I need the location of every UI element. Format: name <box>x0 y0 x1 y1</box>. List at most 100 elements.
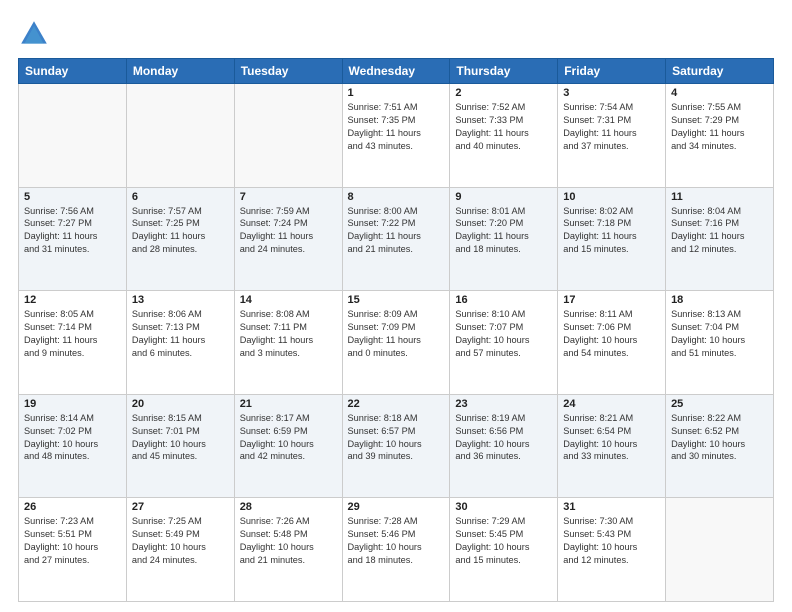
day-number: 28 <box>240 501 337 513</box>
table-row: 2Sunrise: 7:52 AM Sunset: 7:33 PM Daylig… <box>450 84 558 188</box>
table-row <box>234 84 342 188</box>
day-info: Sunrise: 8:04 AM Sunset: 7:16 PM Dayligh… <box>671 205 768 257</box>
day-number: 15 <box>348 294 445 306</box>
day-number: 26 <box>24 501 121 513</box>
table-row: 7 Sunrise: 7:59 AM Sunset: 7:24 PM Daylig… <box>234 187 342 291</box>
day-number: 20 <box>132 398 229 410</box>
table-row: 23 Sunrise: 8:19 AM Sunset: 6:56 PM Dayli… <box>450 394 558 498</box>
table-row: 30 Sunrise: 7:29 AM Sunset: 5:45 PM Dayli… <box>450 498 558 602</box>
col-friday: Friday <box>558 59 666 84</box>
day-info: Sunrise: 7:54 AM Sunset: 7:31 PM Dayligh… <box>563 101 660 153</box>
calendar-week-row: 5 Sunrise: 7:56 AM Sunset: 7:27 PM Daylig… <box>19 187 774 291</box>
table-row: 6Sunrise: 7:57 AM Sunset: 7:25 PM Daylig… <box>126 187 234 291</box>
table-row: 21 Sunrise: 8:17 AM Sunset: 6:59 PM Dayli… <box>234 394 342 498</box>
day-number: 10 <box>563 191 660 203</box>
day-info: Sunrise: 8:00 AM Sunset: 7:22 PM Dayligh… <box>348 205 445 257</box>
calendar-week-row: 19Sunrise: 8:14 AM Sunset: 7:02 PM Dayli… <box>19 394 774 498</box>
calendar-week-row: 26Sunrise: 7:23 AM Sunset: 5:51 PM Dayli… <box>19 498 774 602</box>
col-saturday: Saturday <box>666 59 774 84</box>
table-row: 24 Sunrise: 8:21 AM Sunset: 6:54 PM Dayli… <box>558 394 666 498</box>
day-info: Sunrise: 7:55 AM Sunset: 7:29 PM Dayligh… <box>671 101 768 153</box>
day-number: 16 <box>455 294 552 306</box>
table-row: 20 Sunrise: 8:15 AM Sunset: 7:01 PM Dayli… <box>126 394 234 498</box>
day-number: 18 <box>671 294 768 306</box>
day-number: 19 <box>24 398 121 410</box>
day-info: Sunrise: 8:10 AM Sunset: 7:07 PM Dayligh… <box>455 308 552 360</box>
calendar-week-row: 12 Sunrise: 8:05 AM Sunset: 7:14 PM Dayli… <box>19 291 774 395</box>
day-number: 9 <box>455 191 552 203</box>
day-number: 21 <box>240 398 337 410</box>
day-number: 27 <box>132 501 229 513</box>
table-row: 26Sunrise: 7:23 AM Sunset: 5:51 PM Dayli… <box>19 498 127 602</box>
day-number: 30 <box>455 501 552 513</box>
day-info: Sunrise: 8:02 AM Sunset: 7:18 PM Dayligh… <box>563 205 660 257</box>
day-info: Sunrise: 7:28 AM Sunset: 5:46 PM Dayligh… <box>348 515 445 567</box>
day-number: 14 <box>240 294 337 306</box>
day-number: 2 <box>455 87 552 99</box>
day-number: 12 <box>24 294 121 306</box>
day-info: Sunrise: 7:51 AM Sunset: 7:35 PM Dayligh… <box>348 101 445 153</box>
day-info: Sunrise: 8:01 AM Sunset: 7:20 PM Dayligh… <box>455 205 552 257</box>
day-info: Sunrise: 8:13 AM Sunset: 7:04 PM Dayligh… <box>671 308 768 360</box>
day-info: Sunrise: 8:06 AM Sunset: 7:13 PM Dayligh… <box>132 308 229 360</box>
logo-icon <box>18 18 50 50</box>
table-row: 12 Sunrise: 8:05 AM Sunset: 7:14 PM Dayli… <box>19 291 127 395</box>
day-number: 7 <box>240 191 337 203</box>
calendar-table: Sunday Monday Tuesday Wednesday Thursday… <box>18 58 774 602</box>
col-monday: Monday <box>126 59 234 84</box>
day-info: Sunrise: 8:22 AM Sunset: 6:52 PM Dayligh… <box>671 412 768 464</box>
day-number: 25 <box>671 398 768 410</box>
day-number: 3 <box>563 87 660 99</box>
table-row: 14 Sunrise: 8:08 AM Sunset: 7:11 PM Dayli… <box>234 291 342 395</box>
day-info: Sunrise: 8:11 AM Sunset: 7:06 PM Dayligh… <box>563 308 660 360</box>
day-number: 31 <box>563 501 660 513</box>
day-info: Sunrise: 7:26 AM Sunset: 5:48 PM Dayligh… <box>240 515 337 567</box>
table-row: 31 Sunrise: 7:30 AM Sunset: 5:43 PM Dayli… <box>558 498 666 602</box>
calendar-week-row: 1 Sunrise: 7:51 AM Sunset: 7:35 PM Daylig… <box>19 84 774 188</box>
table-row: 4Sunrise: 7:55 AM Sunset: 7:29 PM Daylig… <box>666 84 774 188</box>
day-info: Sunrise: 7:59 AM Sunset: 7:24 PM Dayligh… <box>240 205 337 257</box>
day-info: Sunrise: 8:09 AM Sunset: 7:09 PM Dayligh… <box>348 308 445 360</box>
day-info: Sunrise: 8:17 AM Sunset: 6:59 PM Dayligh… <box>240 412 337 464</box>
day-info: Sunrise: 7:29 AM Sunset: 5:45 PM Dayligh… <box>455 515 552 567</box>
day-info: Sunrise: 8:18 AM Sunset: 6:57 PM Dayligh… <box>348 412 445 464</box>
table-row: 5 Sunrise: 7:56 AM Sunset: 7:27 PM Daylig… <box>19 187 127 291</box>
logo <box>18 18 56 50</box>
day-info: Sunrise: 8:08 AM Sunset: 7:11 PM Dayligh… <box>240 308 337 360</box>
table-row <box>126 84 234 188</box>
day-number: 5 <box>24 191 121 203</box>
day-info: Sunrise: 8:05 AM Sunset: 7:14 PM Dayligh… <box>24 308 121 360</box>
table-row: 10 Sunrise: 8:02 AM Sunset: 7:18 PM Dayli… <box>558 187 666 291</box>
table-row: 11Sunrise: 8:04 AM Sunset: 7:16 PM Dayli… <box>666 187 774 291</box>
day-number: 17 <box>563 294 660 306</box>
day-info: Sunrise: 7:25 AM Sunset: 5:49 PM Dayligh… <box>132 515 229 567</box>
table-row: 28 Sunrise: 7:26 AM Sunset: 5:48 PM Dayli… <box>234 498 342 602</box>
header <box>18 18 774 50</box>
day-info: Sunrise: 7:57 AM Sunset: 7:25 PM Dayligh… <box>132 205 229 257</box>
col-wednesday: Wednesday <box>342 59 450 84</box>
col-sunday: Sunday <box>19 59 127 84</box>
table-row: 13 Sunrise: 8:06 AM Sunset: 7:13 PM Dayli… <box>126 291 234 395</box>
day-number: 24 <box>563 398 660 410</box>
day-info: Sunrise: 8:19 AM Sunset: 6:56 PM Dayligh… <box>455 412 552 464</box>
day-info: Sunrise: 7:30 AM Sunset: 5:43 PM Dayligh… <box>563 515 660 567</box>
day-info: Sunrise: 7:56 AM Sunset: 7:27 PM Dayligh… <box>24 205 121 257</box>
day-info: Sunrise: 8:15 AM Sunset: 7:01 PM Dayligh… <box>132 412 229 464</box>
table-row: 18 Sunrise: 8:13 AM Sunset: 7:04 PM Dayli… <box>666 291 774 395</box>
day-number: 13 <box>132 294 229 306</box>
table-row: 1 Sunrise: 7:51 AM Sunset: 7:35 PM Daylig… <box>342 84 450 188</box>
day-number: 1 <box>348 87 445 99</box>
table-row: 3 Sunrise: 7:54 AM Sunset: 7:31 PM Daylig… <box>558 84 666 188</box>
table-row: 16 Sunrise: 8:10 AM Sunset: 7:07 PM Dayli… <box>450 291 558 395</box>
table-row: 9 Sunrise: 8:01 AM Sunset: 7:20 PM Daylig… <box>450 187 558 291</box>
table-row <box>19 84 127 188</box>
col-thursday: Thursday <box>450 59 558 84</box>
table-row: 17 Sunrise: 8:11 AM Sunset: 7:06 PM Dayli… <box>558 291 666 395</box>
table-row: 25 Sunrise: 8:22 AM Sunset: 6:52 PM Dayli… <box>666 394 774 498</box>
day-number: 23 <box>455 398 552 410</box>
table-row: 8Sunrise: 8:00 AM Sunset: 7:22 PM Daylig… <box>342 187 450 291</box>
table-row: 15 Sunrise: 8:09 AM Sunset: 7:09 PM Dayli… <box>342 291 450 395</box>
calendar-header-row: Sunday Monday Tuesday Wednesday Thursday… <box>19 59 774 84</box>
day-info: Sunrise: 8:21 AM Sunset: 6:54 PM Dayligh… <box>563 412 660 464</box>
day-number: 29 <box>348 501 445 513</box>
